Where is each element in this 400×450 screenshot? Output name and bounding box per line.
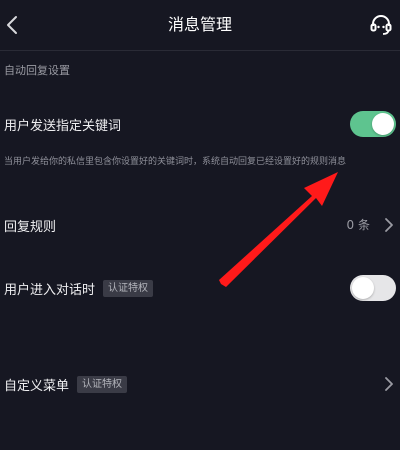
toggle-knob — [372, 113, 394, 135]
auto-reply-section-label: 自动回复设置 — [4, 64, 70, 77]
enter-chat-label: 用户进入对话时 认证特权 — [4, 278, 154, 298]
page-title: 消息管理 — [167, 15, 232, 34]
chevron-right-icon[interactable] — [384, 217, 394, 233]
chevron-left-icon[interactable] — [4, 13, 20, 37]
chevron-right-icon[interactable] — [384, 376, 394, 392]
custom-menu-label: 自定义菜单 认证特权 — [4, 374, 128, 394]
keyword-reply-label-text: 用户发送指定关键词 — [4, 118, 122, 134]
reply-rules-row[interactable] — [0, 205, 400, 245]
reply-rules-label-text: 回复规则 — [4, 219, 57, 235]
custom-menu-label-text: 自定义菜单 — [4, 378, 70, 394]
reply-rules-label: 回复规则 — [4, 215, 56, 235]
keyword-reply-description: 当用户发给你的私信里包含你设置好的关键词时，系统自动回复已经设置好的规则消息 — [4, 157, 347, 167]
enter-chat-label-text: 用户进入对话时 — [4, 282, 96, 298]
headset-icon[interactable] — [368, 12, 394, 38]
keyword-reply-toggle[interactable] — [350, 111, 396, 137]
verified-privilege-badge: 认证特权 — [77, 375, 128, 393]
enter-chat-toggle[interactable] — [350, 275, 396, 301]
message-management-page: 消息管理 自动回复设置 用户发送指定关键词 当用户发给你的私信里包含你设置好的关… — [0, 0, 400, 450]
top-bar: 消息管理 — [0, 0, 400, 51]
toggle-knob — [352, 277, 374, 299]
verified-privilege-badge: 认证特权 — [103, 279, 154, 297]
keyword-reply-label: 用户发送指定关键词 — [4, 114, 121, 134]
reply-rules-count: 0 条 — [346, 218, 370, 232]
